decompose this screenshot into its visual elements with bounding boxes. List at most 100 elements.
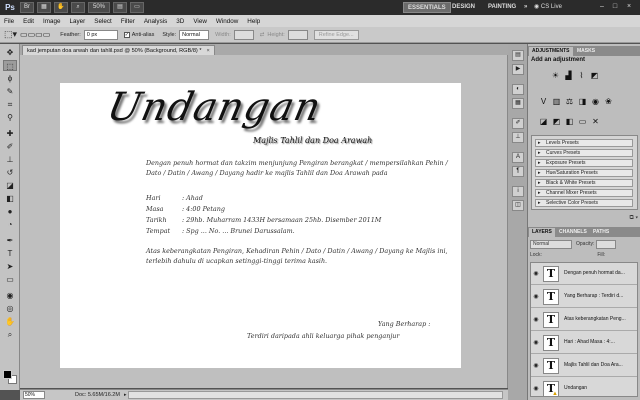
clip-icon[interactable]: ⧉ [630,215,634,221]
blur-tool-icon[interactable]: ● [3,206,17,217]
menu-analysis[interactable]: Analysis [144,18,167,25]
eyedropper-tool-icon[interactable]: ⚲ [3,112,17,123]
eraser-tool-icon[interactable]: ◪ [3,180,17,191]
menu-view[interactable]: View [193,18,207,25]
document-tab[interactable]: kad jemputan doa arwah dan tahlil.psd @ … [22,45,215,55]
menu-file[interactable]: File [4,18,14,25]
opacity-input[interactable] [596,239,617,249]
preset-item[interactable]: Exposure Presets [535,159,633,167]
navigator-panel-icon[interactable]: ◫ [512,200,524,211]
close-tab-icon[interactable]: × [207,48,210,54]
menu-filter[interactable]: Filter [121,18,135,25]
antialias-checkbox[interactable]: ✓ [123,31,130,38]
workspace-essentials[interactable]: ESSENTIALS [403,2,451,13]
hue-saturation-icon[interactable]: ▥ [551,96,562,107]
menu-3d[interactable]: 3D [176,18,184,25]
screen-mode-icon[interactable]: ▭ [130,2,144,13]
healing-brush-tool-icon[interactable]: ✚ [3,128,17,139]
marquee-tool-icon[interactable]: ⬚▾ [4,29,17,40]
workspace-design[interactable]: DESIGN [448,2,479,13]
zoom-level[interactable]: 50% [88,2,110,13]
clone-stamp-tool-icon[interactable]: ⊥ [3,154,17,165]
clone-source-panel-icon[interactable]: ⊥ [512,132,524,143]
tab-layers[interactable]: LAYERS [529,228,555,237]
hand-icon[interactable]: ✋ [54,2,68,13]
tab-masks[interactable]: MASKS [574,47,598,56]
zoom-tool-icon[interactable]: ⌕ [3,329,17,340]
visibility-eye-icon[interactable]: ◉ [532,270,540,278]
preset-item[interactable]: Hue/Saturation Presets [535,169,633,177]
status-menu-icon[interactable]: ▸ [124,392,127,398]
visibility-eye-icon[interactable]: ◉ [532,362,540,370]
width-input[interactable] [233,29,254,40]
menu-help[interactable]: Help [247,18,260,25]
path-select-tool-icon[interactable]: ➤ [3,261,17,272]
pen-tool-icon[interactable]: ✒ [3,235,17,246]
preset-item[interactable]: Selective Color Presets [535,199,633,207]
minibridge-icon[interactable]: ▦ [37,2,51,13]
cs-live[interactable]: ◉ CS Live [534,2,562,13]
tab-adjustments[interactable]: ADJUSTMENTS [529,47,573,56]
visibility-eye-icon[interactable]: ◉ [532,316,540,324]
maximize-icon[interactable]: □ [610,2,620,12]
menu-layer[interactable]: Layer [70,18,86,25]
layer-row[interactable]: ◉ T Majlis Tahlil dan Doa Ara... [531,355,637,377]
posterize-icon[interactable]: ◩ [551,116,562,127]
visibility-eye-icon[interactable]: ◉ [532,339,540,347]
layer-row[interactable]: ◉ T Atas keberangkatan Peng... [531,309,637,331]
quick-select-tool-icon[interactable]: ✎ [3,86,17,97]
brightness-icon[interactable]: ☀ [550,70,561,81]
brush-panel-icon[interactable]: ✐ [512,118,524,129]
layer-row[interactable]: ◉ T Hari : Ahad Masa : 4:... [531,332,637,354]
exposure-icon[interactable]: ◩ [589,70,600,81]
invert-icon[interactable]: ◪ [538,116,549,127]
zoom-icon[interactable]: ⌕ [71,2,85,13]
character-panel-icon[interactable]: A [512,152,524,163]
arrange-icon[interactable]: ▤ [113,2,127,13]
paragraph-panel-icon[interactable]: ¶ [512,166,524,177]
height-input[interactable] [287,29,308,40]
marquee-tool-icon[interactable]: ⬚ [3,60,17,71]
visibility-eye-icon[interactable]: ◉ [532,293,540,301]
layer-row[interactable]: ◉ T ▲ Undangan [531,378,637,396]
move-tool-icon[interactable]: ✥ [3,47,17,58]
menu-select[interactable]: Select [94,18,112,25]
preset-item[interactable]: Channel Mixer Presets [535,189,633,197]
foreground-color-swatch[interactable] [3,370,12,379]
minimize-icon[interactable]: – [597,2,607,12]
levels-icon[interactable]: ▟ [563,70,574,81]
visibility-eye-icon[interactable]: ◉ [532,385,540,393]
selection-mode-icon[interactable]: ▭▭▭▭ [20,30,50,39]
layer-row[interactable]: ◉ T Yang Berharap : Terdiri d... [531,286,637,308]
shape-tool-icon[interactable]: ▭ [3,274,17,285]
preset-item[interactable]: Levels Presets [535,139,633,147]
color-balance-icon[interactable]: ⚖ [564,96,575,107]
history-brush-tool-icon[interactable]: ↺ [3,167,17,178]
menu-edit[interactable]: Edit [23,18,34,25]
selective-color-icon[interactable]: ✕ [590,116,601,127]
3d-rotate-tool-icon[interactable]: ◉ [3,290,17,301]
swatches-panel-icon[interactable]: ▦ [512,98,524,109]
dodge-tool-icon[interactable]: ◔ [3,219,17,230]
history-panel-icon[interactable]: ▤ [512,50,524,61]
style-select[interactable]: Normal [179,29,210,40]
workspace-more[interactable]: » [520,2,531,13]
black-white-icon[interactable]: ◨ [577,96,588,107]
color-panel-icon[interactable]: ◐ [512,84,524,95]
actions-panel-icon[interactable]: ▶ [512,64,524,75]
bridge-icon[interactable]: Br [20,2,34,13]
feather-input[interactable]: 0 px [83,29,118,40]
curves-icon[interactable]: ⌇ [576,70,587,81]
layer-row[interactable]: ◉ T Dengan penuh hormat da... [531,263,637,285]
gradient-tool-icon[interactable]: ◧ [3,193,17,204]
horizontal-scrollbar[interactable] [128,391,503,399]
gradient-map-icon[interactable]: ▭ [577,116,588,127]
preset-item[interactable]: Black & White Presets [535,179,633,187]
channel-mixer-icon[interactable]: ❀ [603,96,614,107]
tab-channels[interactable]: CHANNELS [556,228,590,237]
hand-tool-icon[interactable]: ✋ [3,316,17,327]
document-canvas[interactable]: Undangan Majlis Tahlil dan Doa Arawah De… [60,83,461,368]
preset-item[interactable]: Curves Presets [535,149,633,157]
close-icon[interactable]: × [624,2,634,12]
workspace-painting[interactable]: PAINTING [484,2,520,13]
